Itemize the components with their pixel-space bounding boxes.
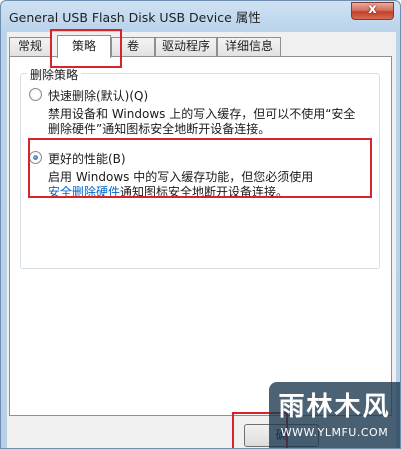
watermark-url: WWW.YLMFU.COM xyxy=(280,426,389,439)
tab-volumes[interactable]: 卷 xyxy=(111,37,155,56)
quick-removal-desc-line2: 删除硬件”通知图标安全地断开设备连接。 xyxy=(48,122,271,136)
better-performance-desc-line2-rest: 通知图标安全地断开设备连接。 xyxy=(120,185,289,199)
better-performance-label[interactable]: 更好的性能(B) xyxy=(48,150,126,167)
better-performance-description: 启用 Windows 中的写入缓存功能，但您必须使用 安全删除硬件通知图标安全地… xyxy=(48,170,313,200)
better-performance-desc-line2: 安全删除硬件通知图标安全地断开设备连接。 xyxy=(48,185,313,200)
removal-policy-group: 删除策略 快速删除(默认)(Q) 禁用设备和 Windows 上的写入缓存，但可… xyxy=(20,66,380,269)
better-performance-radio[interactable] xyxy=(29,151,42,164)
close-icon: x xyxy=(368,2,377,17)
removal-policy-label: 删除策略 xyxy=(27,66,82,83)
tab-details[interactable]: 详细信息 xyxy=(217,37,281,56)
quick-removal-option: 快速删除(默认)(Q) 禁用设备和 Windows 上的写入缓存，但可以不使用“… xyxy=(29,87,369,139)
tab-general[interactable]: 常规 xyxy=(9,37,51,56)
better-performance-desc-line1: 启用 Windows 中的写入缓存功能，但您必须使用 xyxy=(48,170,314,184)
quick-removal-desc-line1: 禁用设备和 Windows 上的写入缓存，但可以不使用“安全 xyxy=(48,107,356,121)
window-title: General USB Flash Disk USB Device 属性 xyxy=(9,10,261,25)
quick-removal-label[interactable]: 快速删除(默认)(Q) xyxy=(48,87,148,104)
quick-removal-description: 禁用设备和 Windows 上的写入缓存，但可以不使用“安全 删除硬件”通知图标… xyxy=(48,107,355,137)
tab-policies[interactable]: 策略 xyxy=(57,35,111,58)
watermark-logo: 雨林木风 WWW.YLMFU.COM xyxy=(269,382,400,448)
watermark-title: 雨林木风 xyxy=(278,392,391,422)
better-performance-option: 更好的性能(B) 启用 Windows 中的写入缓存功能，但您必须使用 安全删除… xyxy=(29,150,369,202)
policies-panel: 删除策略 快速删除(默认)(Q) 禁用设备和 Windows 上的写入缓存，但可… xyxy=(9,56,392,416)
safely-remove-hardware-link[interactable]: 安全删除硬件 xyxy=(48,185,120,199)
properties-window: General USB Flash Disk USB Device 属性 x 常… xyxy=(0,0,401,449)
tab-driver[interactable]: 驱动程序 xyxy=(155,37,217,56)
quick-removal-radio[interactable] xyxy=(29,88,42,101)
close-button[interactable]: x xyxy=(351,2,394,20)
title-bar[interactable]: General USB Flash Disk USB Device 属性 x xyxy=(1,1,400,31)
tab-strip: 常规 策略 卷 驱动程序 详细信息 xyxy=(7,35,396,58)
